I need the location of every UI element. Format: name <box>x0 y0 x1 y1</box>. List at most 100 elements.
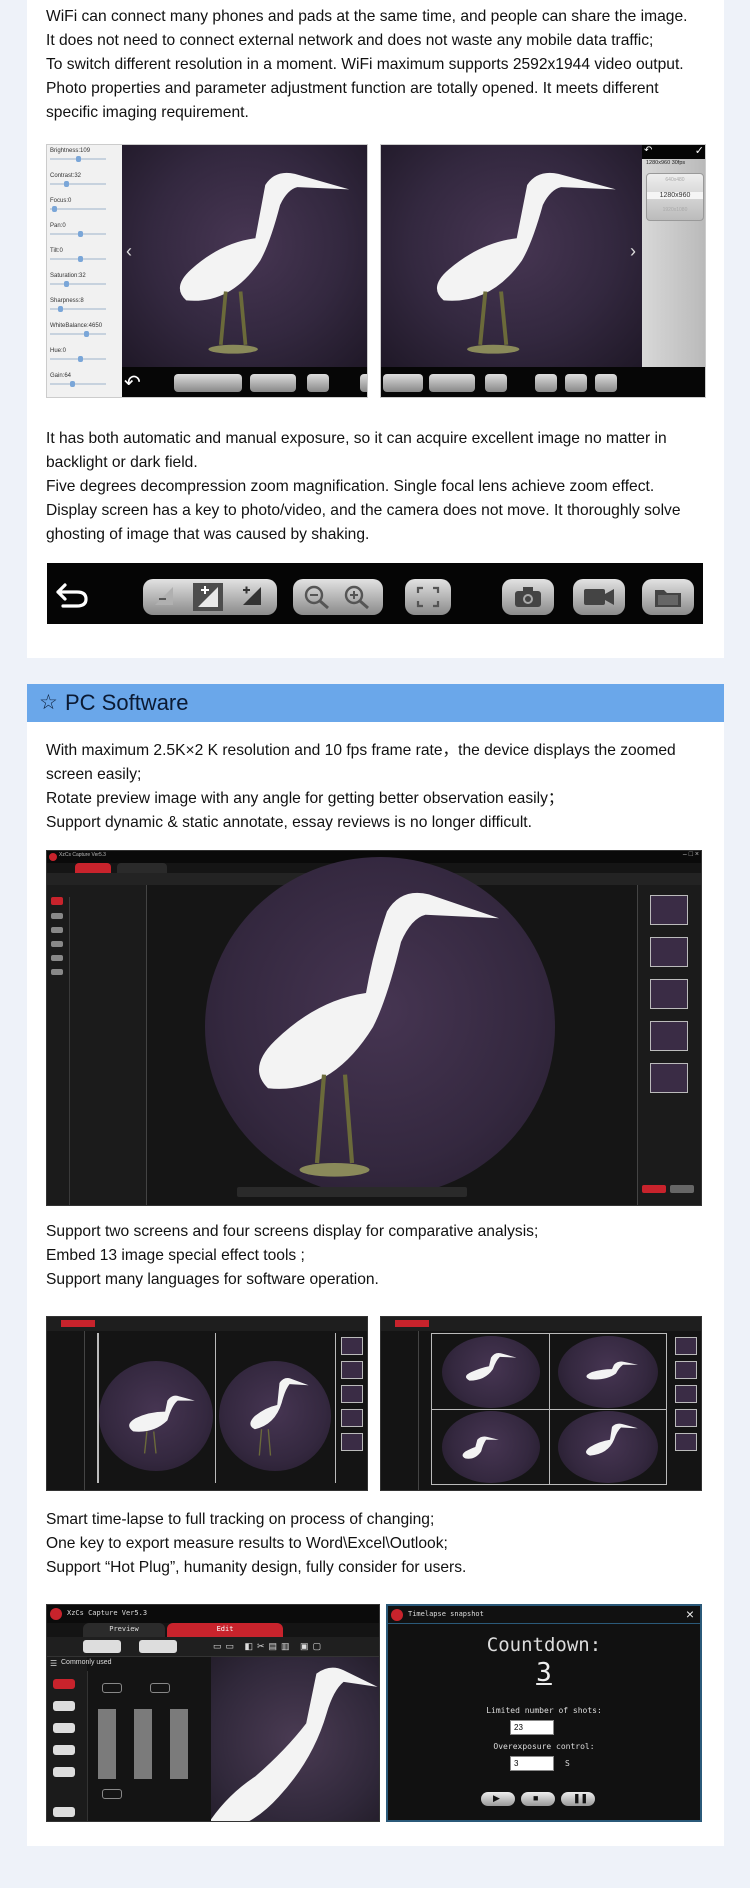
tab-preview[interactable]: Preview <box>83 1623 165 1637</box>
undo-redo-buttons[interactable] <box>83 1640 121 1653</box>
delete-button[interactable] <box>642 1185 666 1193</box>
camera-button[interactable] <box>535 374 557 392</box>
fullscreen-icon[interactable] <box>416 586 440 608</box>
edit-tool-icons[interactable]: ▭▭ ◧✂▤▥ ▣▢ <box>213 1641 325 1652</box>
exposure-mode-buttons[interactable] <box>143 579 277 615</box>
sidebar-tool[interactable] <box>51 955 63 961</box>
thumbnail-image[interactable] <box>650 937 688 967</box>
fullscreen-button[interactable] <box>485 374 507 392</box>
thumbnail-image[interactable] <box>650 979 688 1009</box>
fullscreen-button[interactable] <box>405 579 451 615</box>
tab-edit[interactable]: Edit <box>167 1623 283 1637</box>
thumbnail-image[interactable] <box>675 1433 697 1451</box>
thumbnail-image[interactable] <box>650 1021 688 1051</box>
sidebar-tool[interactable] <box>53 1807 75 1817</box>
saturation-slider[interactable] <box>50 281 106 287</box>
camera-button[interactable] <box>360 374 367 392</box>
sidebar-tool-active[interactable] <box>53 1679 75 1689</box>
tab-active[interactable] <box>395 1320 429 1327</box>
sidebar-tool-active[interactable] <box>51 897 63 905</box>
camera-button[interactable] <box>502 579 554 615</box>
zoom-in-icon[interactable] <box>343 584 371 610</box>
stop-button[interactable]: ■ <box>521 1792 555 1806</box>
pan-slider[interactable] <box>50 231 106 237</box>
video-button[interactable] <box>565 374 587 392</box>
thumbnail-image[interactable] <box>675 1409 697 1427</box>
shots-input[interactable]: 23 <box>510 1720 554 1735</box>
thumbnail-image[interactable] <box>675 1385 697 1403</box>
video-button[interactable] <box>573 579 625 615</box>
folder-icon[interactable] <box>654 586 682 608</box>
sidebar-tool[interactable] <box>51 969 63 975</box>
check-icon[interactable]: ✓ <box>695 145 704 157</box>
back-arrow-icon[interactable]: ↶ <box>124 372 141 394</box>
sidebar-tool[interactable] <box>53 1723 75 1733</box>
select-hand-buttons[interactable] <box>139 1640 177 1653</box>
bottom-toolbar[interactable] <box>237 1187 467 1197</box>
resolution-option[interactable]: 1920x1080 <box>647 207 703 213</box>
camera-icon[interactable] <box>514 586 542 608</box>
play-button[interactable]: ▶ <box>481 1792 515 1806</box>
resolution-option[interactable]: 640x480 <box>647 177 703 183</box>
effect-tool-icons[interactable] <box>98 1709 202 1779</box>
white-balance-slider[interactable] <box>50 331 106 337</box>
thumbnail-image[interactable] <box>650 1063 688 1093</box>
export-button[interactable] <box>670 1185 694 1193</box>
focus-slider[interactable] <box>50 206 106 212</box>
slider-label: Hue:0 <box>50 348 67 354</box>
pause-button[interactable]: ❚❚ <box>561 1792 595 1806</box>
thumbnail-image[interactable] <box>650 895 688 925</box>
window-controls-icon[interactable]: – □ × <box>683 851 699 858</box>
contrast-slider[interactable] <box>50 181 106 187</box>
thumbnail-image[interactable] <box>341 1409 363 1427</box>
menu-icon[interactable]: ☰ <box>50 1659 57 1668</box>
unit-label: S <box>565 1759 570 1768</box>
sidebar-tool[interactable] <box>53 1745 75 1755</box>
tab-edit[interactable] <box>117 863 167 873</box>
tab-preview[interactable] <box>75 863 111 873</box>
thumbnail-panel <box>671 1337 701 1487</box>
hue-slider[interactable] <box>50 356 106 362</box>
exposure-buttons[interactable] <box>383 374 423 392</box>
thumbnail-image[interactable] <box>341 1433 363 1451</box>
thumbnail-image[interactable] <box>341 1337 363 1355</box>
back-icon[interactable]: ↶ <box>644 145 652 156</box>
exposure-auto-icon[interactable] <box>193 583 223 611</box>
effect-tool[interactable] <box>150 1683 170 1693</box>
overexposure-input[interactable]: 3 <box>510 1756 554 1771</box>
sidebar-tool[interactable] <box>53 1767 75 1777</box>
exposure-buttons[interactable] <box>174 374 242 392</box>
sidebar-options <box>69 897 145 1205</box>
video-camera-icon[interactable] <box>583 588 615 606</box>
resolution-picker[interactable]: 640x480 1280x960 1920x1080 <box>646 173 704 221</box>
thumbnail-image[interactable] <box>341 1361 363 1379</box>
exposure-minus-icon[interactable] <box>151 585 177 609</box>
folder-button[interactable] <box>595 374 617 392</box>
thumbnail-image[interactable] <box>675 1337 697 1355</box>
sidebar-tool[interactable] <box>51 927 63 933</box>
back-arrow-icon[interactable] <box>55 581 89 609</box>
zoom-out-icon[interactable] <box>303 584 331 610</box>
sidebar-tool[interactable] <box>51 941 63 947</box>
sharpness-slider[interactable] <box>50 306 106 312</box>
chevron-left-icon[interactable]: ‹ <box>126 241 132 262</box>
effect-tool[interactable] <box>102 1789 122 1799</box>
thumbnail-image[interactable] <box>675 1361 697 1379</box>
sidebar-tool[interactable] <box>51 913 63 919</box>
fullscreen-button[interactable] <box>307 374 329 392</box>
exposure-plus-icon[interactable] <box>239 585 265 609</box>
brightness-slider[interactable] <box>50 156 106 162</box>
zoom-buttons[interactable] <box>429 374 475 392</box>
zoom-buttons[interactable] <box>250 374 296 392</box>
close-icon[interactable]: × <box>686 1606 694 1622</box>
gain-slider[interactable] <box>50 381 106 387</box>
tab-active[interactable] <box>61 1320 95 1327</box>
sidebar-tool[interactable] <box>53 1701 75 1711</box>
chevron-right-icon[interactable]: › <box>630 241 636 262</box>
thumbnail-image[interactable] <box>341 1385 363 1403</box>
resolution-option-selected[interactable]: 1280x960 <box>647 192 703 199</box>
tilt-slider[interactable] <box>50 256 106 262</box>
zoom-buttons[interactable] <box>293 579 383 615</box>
effect-tool[interactable] <box>102 1683 122 1693</box>
folder-button[interactable] <box>642 579 694 615</box>
